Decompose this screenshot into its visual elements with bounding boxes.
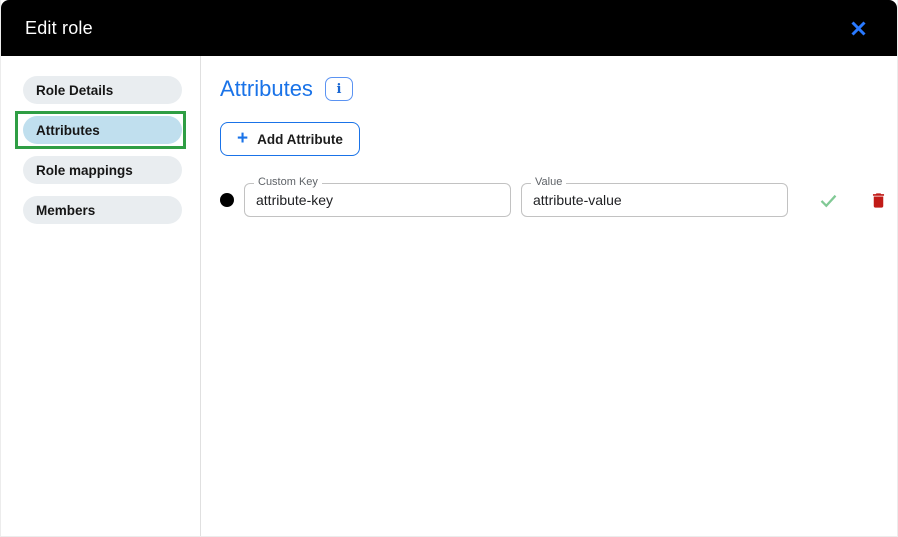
sidebar-item-attributes[interactable]: Attributes bbox=[23, 116, 182, 144]
sidebar-item-role-details[interactable]: Role Details bbox=[23, 76, 182, 104]
custom-key-label: Custom Key bbox=[254, 176, 322, 189]
attribute-row: Custom Key Value bbox=[220, 183, 897, 217]
info-icon[interactable]: i bbox=[325, 77, 353, 101]
delete-attribute-button[interactable] bbox=[867, 188, 890, 213]
attribute-bullet-icon bbox=[220, 193, 234, 207]
add-attribute-label: Add Attribute bbox=[257, 132, 343, 147]
trash-icon bbox=[869, 190, 888, 211]
check-icon bbox=[818, 190, 839, 211]
add-attribute-button[interactable]: + Add Attribute bbox=[220, 122, 360, 156]
custom-key-field: Custom Key bbox=[244, 183, 511, 217]
page-title: Attributes bbox=[220, 76, 313, 102]
confirm-attribute-button[interactable] bbox=[816, 188, 841, 213]
sidebar-item-label: Members bbox=[36, 203, 95, 218]
heading-row: Attributes i bbox=[220, 76, 897, 102]
close-icon bbox=[850, 20, 867, 37]
sidebar-item-label: Attributes bbox=[36, 123, 100, 138]
dialog-title: Edit role bbox=[25, 18, 93, 39]
value-label: Value bbox=[531, 176, 566, 189]
sidebar-item-members[interactable]: Members bbox=[23, 196, 182, 224]
dialog-body: Role Details Attributes Role mappings Me… bbox=[1, 56, 897, 537]
sidebar-item-label: Role Details bbox=[36, 83, 113, 98]
edit-role-dialog: Edit role Role Details Attributes Role m… bbox=[0, 0, 898, 537]
plus-icon: + bbox=[237, 129, 248, 148]
sidebar-item-role-mappings[interactable]: Role mappings bbox=[23, 156, 182, 184]
main-panel: Attributes i + Add Attribute Custom Key … bbox=[201, 56, 897, 537]
value-field: Value bbox=[521, 183, 788, 217]
info-icon-glyph: i bbox=[336, 82, 341, 97]
sidebar: Role Details Attributes Role mappings Me… bbox=[1, 56, 201, 537]
close-button[interactable] bbox=[846, 16, 871, 41]
dialog-header: Edit role bbox=[1, 0, 897, 56]
sidebar-item-label: Role mappings bbox=[36, 163, 133, 178]
